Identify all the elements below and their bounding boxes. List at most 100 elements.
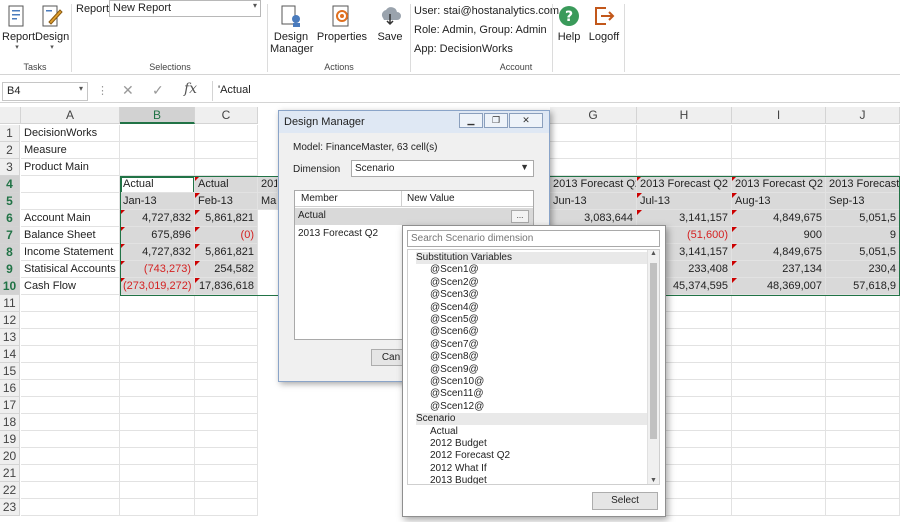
grid-cell[interactable] [550,142,637,159]
grid-cell[interactable] [826,159,900,176]
grid-cell[interactable] [21,397,120,414]
grid-cell[interactable] [21,499,120,516]
list-item[interactable]: @Scen10@ [430,376,484,388]
grid-cell[interactable] [732,363,826,380]
grid-cell[interactable] [120,431,195,448]
grid-cell[interactable] [120,465,195,482]
grid-cell[interactable]: 254,582 [195,261,258,278]
grid-cell[interactable] [120,363,195,380]
grid-cell[interactable]: DecisionWorks [21,125,120,142]
grid-cell[interactable] [826,448,900,465]
grid-cell[interactable] [120,482,195,499]
grid-cell[interactable] [637,159,732,176]
grid-cell[interactable] [732,346,826,363]
report-button[interactable]: Report ▾ [2,4,35,51]
grid-cell[interactable]: Aug-13 [732,193,826,210]
grid-cell[interactable]: Jan-13 [120,193,195,210]
grid-cell[interactable] [21,176,120,193]
grid-cell[interactable] [195,380,258,397]
row-header[interactable]: 18 [0,414,20,431]
row-header[interactable]: 12 [0,312,20,329]
row-header[interactable]: 8 [0,244,20,261]
grid-cell[interactable] [732,312,826,329]
select-all-corner[interactable] [0,107,21,124]
design-button[interactable]: Design ▾ [35,4,69,51]
grid-cell[interactable]: 2013 Forecast Q2 [732,176,826,193]
grid-cell[interactable]: Jun-13 [550,193,637,210]
grid-cell[interactable]: 4,849,675 [732,210,826,227]
grid-cell[interactable] [195,448,258,465]
row-header[interactable]: 6 [0,210,20,227]
grid-cell[interactable] [195,397,258,414]
grid-cell[interactable]: Account Main [21,210,120,227]
grid-cell[interactable]: 5,861,821 [195,210,258,227]
table-row[interactable]: Actual ... [295,208,533,225]
scrollbar[interactable]: ▲ ▼ [647,250,659,484]
list-item[interactable]: @Scen8@ [430,351,479,363]
grid-cell[interactable] [550,125,637,142]
grid-cell[interactable] [195,414,258,431]
grid-cell[interactable] [120,295,195,312]
logoff-button[interactable]: Logoff [587,4,621,43]
column-header[interactable]: A [21,107,120,124]
grid-cell[interactable]: (743,273) [120,261,195,278]
grid-cell[interactable] [195,465,258,482]
grid-cell[interactable] [732,482,826,499]
column-header[interactable]: H [637,107,732,124]
report-select[interactable]: New Report ▾ [109,0,261,17]
function-icon[interactable]: fx [184,81,197,97]
column-header[interactable]: J [826,107,900,124]
ellipsis-button[interactable]: ... [511,210,529,223]
grid-cell[interactable] [732,499,826,516]
formula-input[interactable]: 'Actual [218,84,251,96]
list-item[interactable]: @Scen2@ [430,277,479,289]
grid-cell[interactable] [732,414,826,431]
scroll-down-icon[interactable]: ▼ [648,477,659,484]
list-item[interactable]: @Scen5@ [430,314,479,326]
grid-cell[interactable]: 5,861,821 [195,244,258,261]
help-button[interactable]: ? Help [555,4,583,43]
row-header[interactable]: 19 [0,431,20,448]
grid-cell[interactable]: Cash Flow [21,278,120,295]
grid-cell[interactable]: Balance Sheet [21,227,120,244]
list-item[interactable]: @Scen4@ [430,302,479,314]
grid-cell[interactable] [195,363,258,380]
grid-cell[interactable] [21,431,120,448]
list-item[interactable]: 2012 Budget [430,438,487,450]
list-item[interactable]: @Scen3@ [430,289,479,301]
list-item[interactable]: @Scen6@ [430,326,479,338]
grid-cell[interactable] [21,448,120,465]
grid-cell[interactable] [120,312,195,329]
row-header[interactable]: 11 [0,295,20,312]
grid-cell[interactable]: Income Statement [21,244,120,261]
grid-cell[interactable] [732,142,826,159]
grid-cell[interactable] [21,465,120,482]
grid-cell[interactable]: Feb-13 [195,193,258,210]
search-input[interactable] [408,231,659,246]
grid-cell[interactable]: Ma [258,193,278,210]
grid-cell[interactable] [120,346,195,363]
grid-cell[interactable] [637,125,732,142]
grid-cell[interactable] [195,482,258,499]
grid-cell[interactable]: 2013 Forecast [826,176,900,193]
grid-cell[interactable] [120,499,195,516]
grid-cell[interactable] [21,482,120,499]
grid-cell[interactable] [826,414,900,431]
grid-cell[interactable] [195,312,258,329]
grid-cell[interactable] [120,142,195,159]
close-icon[interactable]: ✕ [509,113,543,128]
name-box[interactable]: B4 ▾ [2,82,88,101]
grid-cell[interactable] [826,380,900,397]
grid-cell[interactable] [826,431,900,448]
grid-cell[interactable]: 675,896 [120,227,195,244]
grid-cell[interactable] [826,482,900,499]
row-header[interactable]: 10 [0,278,20,295]
enter-icon[interactable]: ✓ [152,82,164,99]
grid-cell[interactable] [826,125,900,142]
search-field[interactable] [407,230,660,247]
grid-cell[interactable] [21,295,120,312]
grid-cell[interactable]: 201 [258,176,278,193]
grid-cell[interactable] [120,159,195,176]
grid-cell[interactable] [732,295,826,312]
list-item[interactable]: @Scen7@ [430,339,479,351]
